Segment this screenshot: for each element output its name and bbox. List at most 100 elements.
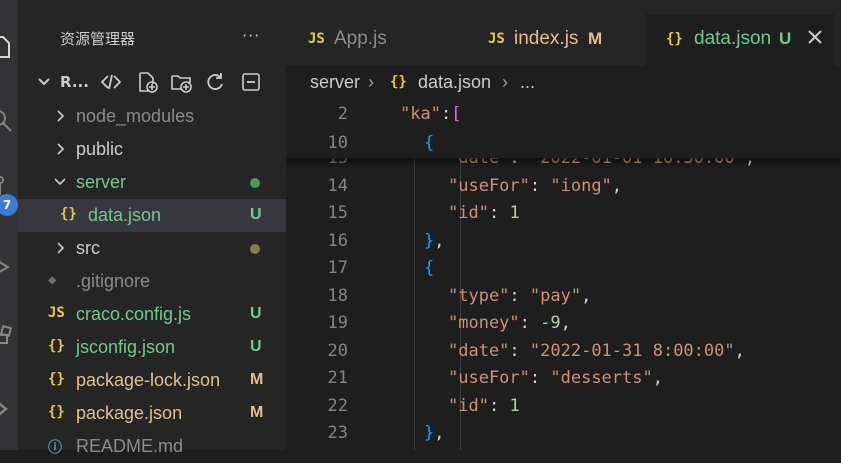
new-file-icon[interactable]: [136, 71, 158, 93]
tab-label: index.js: [514, 28, 579, 49]
js-file-icon: JS: [48, 305, 65, 321]
line-number: 15: [327, 203, 348, 223]
code-line[interactable]: 23},: [286, 419, 841, 446]
chevron-right-icon: [52, 108, 68, 124]
tab-app-js[interactable]: JS App.js: [286, 14, 466, 66]
chevron-down-icon: [36, 74, 52, 90]
json-file-icon: {}: [48, 371, 65, 387]
explorer-icon[interactable]: [0, 34, 14, 60]
code-text: {: [424, 258, 435, 278]
code-line[interactable]: 22 "id": 1: [286, 392, 841, 419]
git-file-icon: ◆: [48, 272, 57, 288]
breadcrumb: server › {} data.json › ...: [286, 66, 841, 100]
code-editor[interactable]: 13 "date": "2022-01-01 10:30:00", 14 "useFo…: [286, 100, 841, 450]
code-text: "ka":[: [400, 104, 462, 124]
line-number: 22: [327, 395, 348, 416]
tab-index-js[interactable]: JS index.js M: [466, 14, 646, 66]
tree-folder[interactable]: server: [18, 166, 286, 199]
chevron-right-icon: ›: [502, 72, 508, 92]
git-status-badge: U: [250, 206, 262, 223]
code-line[interactable]: 16},: [286, 227, 841, 254]
explorer-title: 资源管理器: [60, 30, 136, 48]
line-number: 20: [327, 340, 348, 361]
more-actions-icon[interactable]: ···: [242, 26, 260, 45]
code-text: "id": 1: [448, 395, 520, 416]
code-text: "date": "2022-01-31 8:00:00",: [448, 340, 745, 361]
tree-item-label: package-lock.json: [76, 370, 221, 390]
js-file-icon: JS: [488, 31, 505, 47]
git-status-dot: [250, 244, 260, 254]
code-text: },: [424, 423, 445, 443]
tree-file[interactable]: {} jsconfig.json U: [18, 331, 286, 364]
code-line[interactable]: 21 "useFor": "desserts",: [286, 364, 841, 391]
code-line[interactable]: 14 "useFor": "iong",: [286, 172, 841, 199]
line-number: 10: [327, 133, 348, 153]
line-number: 16: [327, 230, 348, 251]
tree-item-label: public: [76, 139, 124, 159]
git-status-badge: M: [250, 404, 264, 421]
chevron-right-icon: ›: [368, 72, 374, 92]
code-text: "id": 1: [448, 203, 520, 223]
line-number: 19: [327, 313, 348, 333]
tree-folder[interactable]: public: [18, 133, 286, 166]
tree-folder[interactable]: src: [18, 232, 286, 265]
git-status-badge: U: [250, 338, 262, 355]
source-control-badge: 7: [0, 194, 18, 216]
search-icon[interactable]: [0, 108, 14, 134]
json-file-icon: {}: [390, 74, 407, 90]
code-text: "useFor": "desserts",: [448, 368, 663, 388]
close-icon[interactable]: [804, 26, 826, 48]
code-line[interactable]: 2 "ka":[: [286, 100, 841, 127]
explorer-sidebar: 资源管理器 ··· R... node_modulespublic server {…: [18, 0, 286, 456]
code-text: "money": -9,: [448, 313, 571, 333]
js-file-icon: JS: [308, 31, 325, 47]
chevron-down-icon: [52, 174, 68, 190]
line-number: 18: [327, 285, 348, 306]
remote-icon[interactable]: [0, 396, 14, 422]
tree-item-label: data.json: [88, 205, 162, 225]
activity-bar: 7: [0, 0, 18, 450]
breadcrumb-server[interactable]: server: [310, 72, 360, 93]
extensions-icon[interactable]: [0, 324, 14, 350]
tab-data-json[interactable]: {} data.json U: [646, 14, 834, 66]
git-status-dot: [250, 178, 260, 188]
tree-item-label: jsconfig.json: [76, 337, 176, 357]
tab-label: App.js: [334, 28, 387, 49]
tab-label: data.json: [694, 28, 772, 49]
editor-tabs: JS App.js JS index.js M {} data.json U: [286, 0, 841, 66]
line-number: 23: [327, 423, 348, 443]
sticky-scroll-header[interactable]: 2 "ka":[ 10 {: [286, 100, 841, 158]
tree-file[interactable]: ⓘ README.md: [18, 430, 286, 463]
code-line[interactable]: 20 "date": "2022-01-31 8:00:00",: [286, 337, 841, 364]
json-file-icon: {}: [48, 404, 65, 420]
collapse-code-icon[interactable]: [100, 71, 122, 93]
tree-item-label: package.json: [76, 403, 183, 423]
refresh-icon[interactable]: [204, 71, 226, 93]
line-number: 2: [337, 104, 348, 124]
code-line[interactable]: 19 "money": -9,: [286, 309, 841, 336]
tree-file[interactable]: ◆ .gitignore: [18, 265, 286, 298]
tree-file[interactable]: {} package-lock.json M: [18, 364, 286, 397]
breadcrumb-symbol[interactable]: ...: [520, 72, 535, 93]
tree-file[interactable]: JS craco.config.js U: [18, 298, 286, 331]
code-line[interactable]: 17 {: [286, 254, 841, 281]
json-file-icon: {}: [48, 338, 65, 354]
git-status-badge: M: [250, 371, 264, 388]
tree-folder[interactable]: node_modules: [18, 100, 286, 133]
workspace-root-row[interactable]: R...: [18, 66, 286, 100]
tree-item-label: src: [76, 238, 100, 258]
tree-item-label: README.md: [76, 436, 184, 456]
collapse-all-icon[interactable]: [240, 71, 262, 93]
run-debug-icon[interactable]: [0, 254, 14, 280]
code-line[interactable]: 18 "type": "pay",: [286, 282, 841, 309]
git-status-badge: U: [250, 305, 262, 322]
line-number: 14: [327, 175, 348, 196]
breadcrumb-data-json[interactable]: data.json: [418, 72, 491, 93]
tree-file[interactable]: {} data.json U: [18, 199, 286, 232]
code-text: },: [424, 230, 445, 251]
new-folder-icon[interactable]: [170, 71, 192, 93]
code-line[interactable]: 15 "id": 1: [286, 199, 841, 226]
line-number: 17: [327, 258, 348, 278]
code-line[interactable]: 10 {: [286, 129, 841, 156]
tree-file[interactable]: {} package.json M: [18, 397, 286, 430]
